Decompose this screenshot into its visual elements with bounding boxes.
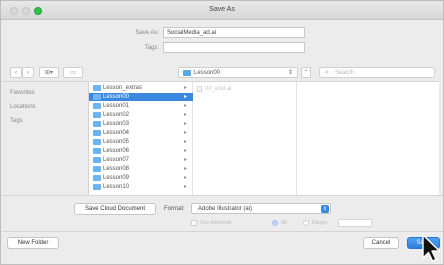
location-label: Lesson00 — [194, 70, 221, 76]
use-artboards-checkbox[interactable] — [191, 220, 197, 226]
popup-arrows-icon: ⇕ — [287, 70, 293, 76]
new-folder-button[interactable]: New Folder — [7, 237, 59, 249]
sidebar-item-favorites[interactable]: Favorites — [10, 90, 35, 96]
all-radio[interactable] — [272, 220, 278, 226]
folder-icon — [93, 175, 101, 181]
folder-row[interactable]: Lesson09 ▸ — [89, 174, 193, 182]
range-radio[interactable] — [303, 220, 309, 226]
folder-name: Lesson03 — [103, 121, 130, 127]
folder-name: Lesson06 — [103, 148, 130, 154]
chevron-right-icon: ▸ — [183, 184, 187, 190]
format-value: Adobe Illustrator (ai) — [198, 206, 253, 212]
column-view-icon: ⊞▾ — [44, 70, 54, 76]
search-placeholder: Search — [335, 70, 355, 76]
mouse-cursor-icon — [422, 234, 441, 262]
folder-name: Lesson_extras — [103, 85, 143, 91]
chevron-right-icon: ▸ — [183, 139, 187, 145]
folder-icon — [93, 139, 101, 145]
folder-name: Lesson09 — [103, 175, 130, 181]
folder-row[interactable]: Lesson08 ▸ — [89, 165, 193, 173]
folder-name: Lesson07 — [103, 157, 130, 163]
cancel-button[interactable]: Cancel — [363, 237, 399, 249]
chevron-right-icon: ▸ — [183, 130, 187, 136]
back-icon: ‹ — [15, 69, 17, 76]
chevron-right-icon: ▸ — [183, 166, 187, 172]
ai-file-icon — [197, 86, 202, 92]
column-browser: Lesson_extras ▸ Lesson00 ▸ Lesson01 ▸ Lesson02… — [88, 81, 440, 196]
folder-row[interactable]: Lesson06 ▸ — [89, 147, 193, 155]
save-cloud-document-button[interactable]: Save Cloud Document — [74, 203, 156, 215]
chevron-right-icon: ▸ — [183, 85, 187, 91]
window-title: Save As — [209, 6, 235, 13]
folder-name: Lesson05 — [103, 139, 130, 145]
sidebar: Favorites Locations Tags — [2, 81, 88, 195]
forward-button[interactable]: › — [22, 67, 34, 78]
chevron-up-icon: ⌃ — [303, 70, 309, 76]
view-mode-button[interactable]: ⊞▾ — [39, 67, 59, 78]
use-artboards-label: Use Artboards — [200, 220, 232, 226]
folder-name: Lesson04 — [103, 130, 130, 136]
tags-field[interactable] — [163, 42, 305, 53]
folder-icon — [93, 94, 101, 100]
folder-row[interactable]: Lesson_extras ▸ — [89, 84, 193, 92]
format-label: Format: — [164, 206, 185, 212]
folder-icon — [93, 103, 101, 109]
folder-icon — [93, 112, 101, 118]
folder-name: Lesson10 — [103, 184, 130, 190]
empty-column — [297, 82, 440, 196]
tags-label: Tags: — [144, 45, 159, 51]
folder-icon — [93, 121, 101, 127]
folder-row[interactable]: Lesson03 ▸ — [89, 120, 193, 128]
folder-icon — [93, 184, 101, 190]
folder-name: Lesson02 — [103, 112, 130, 118]
folder-column: Lesson_extras ▸ Lesson00 ▸ Lesson01 ▸ Lesson02… — [89, 82, 193, 196]
folder-icon — [183, 70, 191, 76]
back-button[interactable]: ‹ — [10, 67, 22, 78]
sidebar-item-locations[interactable]: Locations — [10, 104, 36, 110]
file-column: 00_end.ai — [193, 82, 297, 196]
folder-name: Lesson01 — [103, 103, 130, 109]
folder-icon — [93, 157, 101, 163]
expand-collapse-button[interactable]: ⌃ — [301, 67, 311, 78]
file-item[interactable]: 00_end.ai — [205, 86, 231, 92]
location-popup[interactable]: Lesson00 ⇕ — [178, 67, 298, 78]
forward-icon: › — [27, 69, 29, 76]
chevron-right-icon: ▸ — [183, 157, 187, 163]
save-as-dialog: Save As Save As: SocialMedia_ad.ai Tags:… — [0, 0, 444, 265]
folder-name: Lesson08 — [103, 166, 130, 172]
save-as-field[interactable]: SocialMedia_ad.ai — [163, 27, 305, 38]
chevron-right-icon: ▸ — [183, 112, 187, 118]
format-select[interactable]: Adobe Illustrator (ai) ⇕ — [191, 203, 331, 214]
search-icon: ⌕ — [325, 69, 329, 76]
all-label: All — [281, 220, 287, 226]
folder-row[interactable]: Lesson10 ▸ — [89, 183, 193, 191]
title-bar: Save As — [1, 1, 443, 20]
folder-icon — [93, 148, 101, 154]
chevron-right-icon: ▸ — [183, 121, 187, 127]
folder-icon — [93, 85, 101, 91]
folder-icon — [93, 166, 101, 172]
folder-row[interactable]: Lesson01 ▸ — [89, 102, 193, 110]
select-arrows-icon: ⇕ — [321, 205, 329, 213]
folder-row[interactable]: Lesson00 ▸ — [89, 93, 193, 101]
chevron-right-icon: ▸ — [183, 148, 187, 154]
sidebar-item-tags[interactable]: Tags — [10, 118, 23, 124]
folder-row[interactable]: Lesson04 ▸ — [89, 129, 193, 137]
new-folder-toolbar-button[interactable]: ▭ — [63, 67, 83, 78]
range-label: Range: — [312, 220, 329, 226]
chevron-right-icon: ▸ — [183, 175, 187, 181]
folder-row[interactable]: Lesson07 ▸ — [89, 156, 193, 164]
folder-outline-icon: ▭ — [70, 70, 76, 76]
range-field[interactable] — [338, 219, 372, 227]
folder-icon — [93, 130, 101, 136]
folder-row[interactable]: Lesson05 ▸ — [89, 138, 193, 146]
chevron-right-icon: ▸ — [183, 94, 187, 100]
folder-name: Lesson00 — [103, 94, 130, 100]
folder-row[interactable]: Lesson02 ▸ — [89, 111, 193, 119]
search-input[interactable]: ⌕ Search — [319, 67, 435, 78]
save-as-label: Save As: — [135, 30, 159, 36]
chevron-right-icon: ▸ — [183, 103, 187, 109]
